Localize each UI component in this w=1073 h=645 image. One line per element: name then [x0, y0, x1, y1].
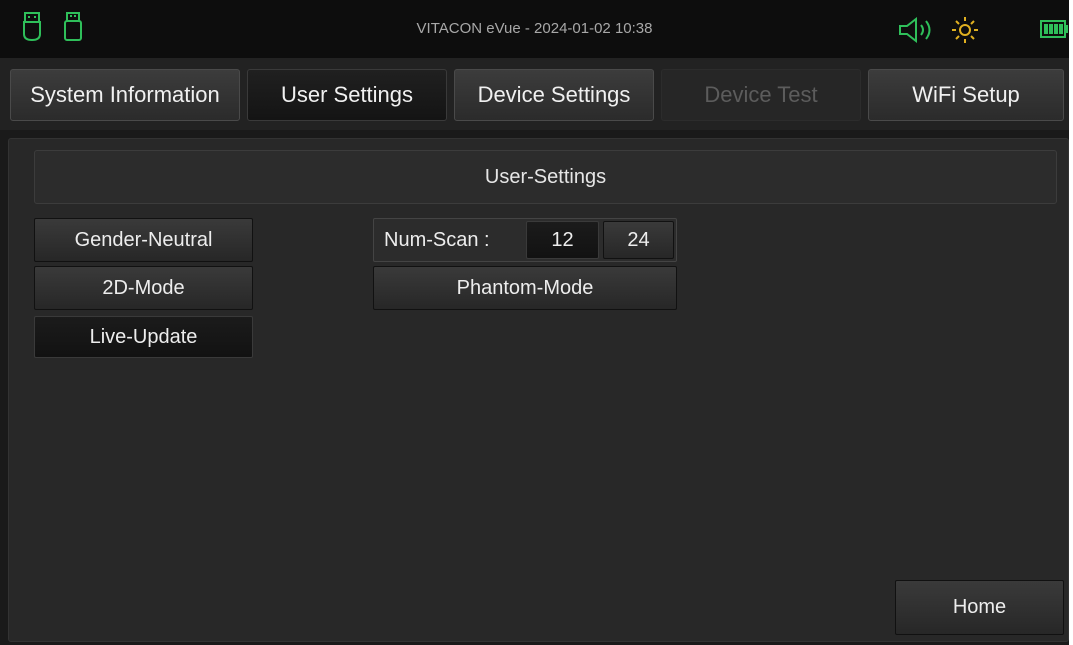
tab-device-test: Device Test: [661, 69, 861, 121]
num-scan-label: Num-Scan :: [384, 229, 490, 251]
tab-system-information[interactable]: System Information: [10, 69, 240, 121]
num-scan-24-button[interactable]: 24: [603, 221, 674, 259]
tab-user-settings[interactable]: User Settings: [247, 69, 447, 121]
phantom-mode-button[interactable]: Phantom-Mode: [373, 266, 677, 310]
num-scan-12-button[interactable]: 12: [526, 221, 599, 259]
device-screen: VITACON eVue - 2024-01-02 10:38 System I…: [0, 0, 1069, 645]
panel-header: User-Settings: [34, 150, 1057, 204]
num-scan-group: Num-Scan : 12 24: [373, 218, 677, 262]
tab-device-settings[interactable]: Device Settings: [454, 69, 654, 121]
2d-mode-button[interactable]: 2D-Mode: [34, 266, 253, 310]
battery-icon: [1040, 20, 1069, 43]
tab-bar: System Information User Settings Device …: [0, 58, 1069, 130]
settings-panel: User-Settings Gender-Neutral 2D-Mode Liv…: [8, 138, 1069, 642]
gender-neutral-button[interactable]: Gender-Neutral: [34, 218, 253, 262]
live-update-button[interactable]: Live-Update: [34, 316, 253, 358]
speaker-icon[interactable]: [898, 16, 940, 48]
tab-wifi-setup[interactable]: WiFi Setup: [868, 69, 1064, 121]
home-button[interactable]: Home: [895, 580, 1064, 635]
brightness-icon[interactable]: [950, 16, 980, 49]
status-bar: VITACON eVue - 2024-01-02 10:38: [0, 0, 1069, 58]
